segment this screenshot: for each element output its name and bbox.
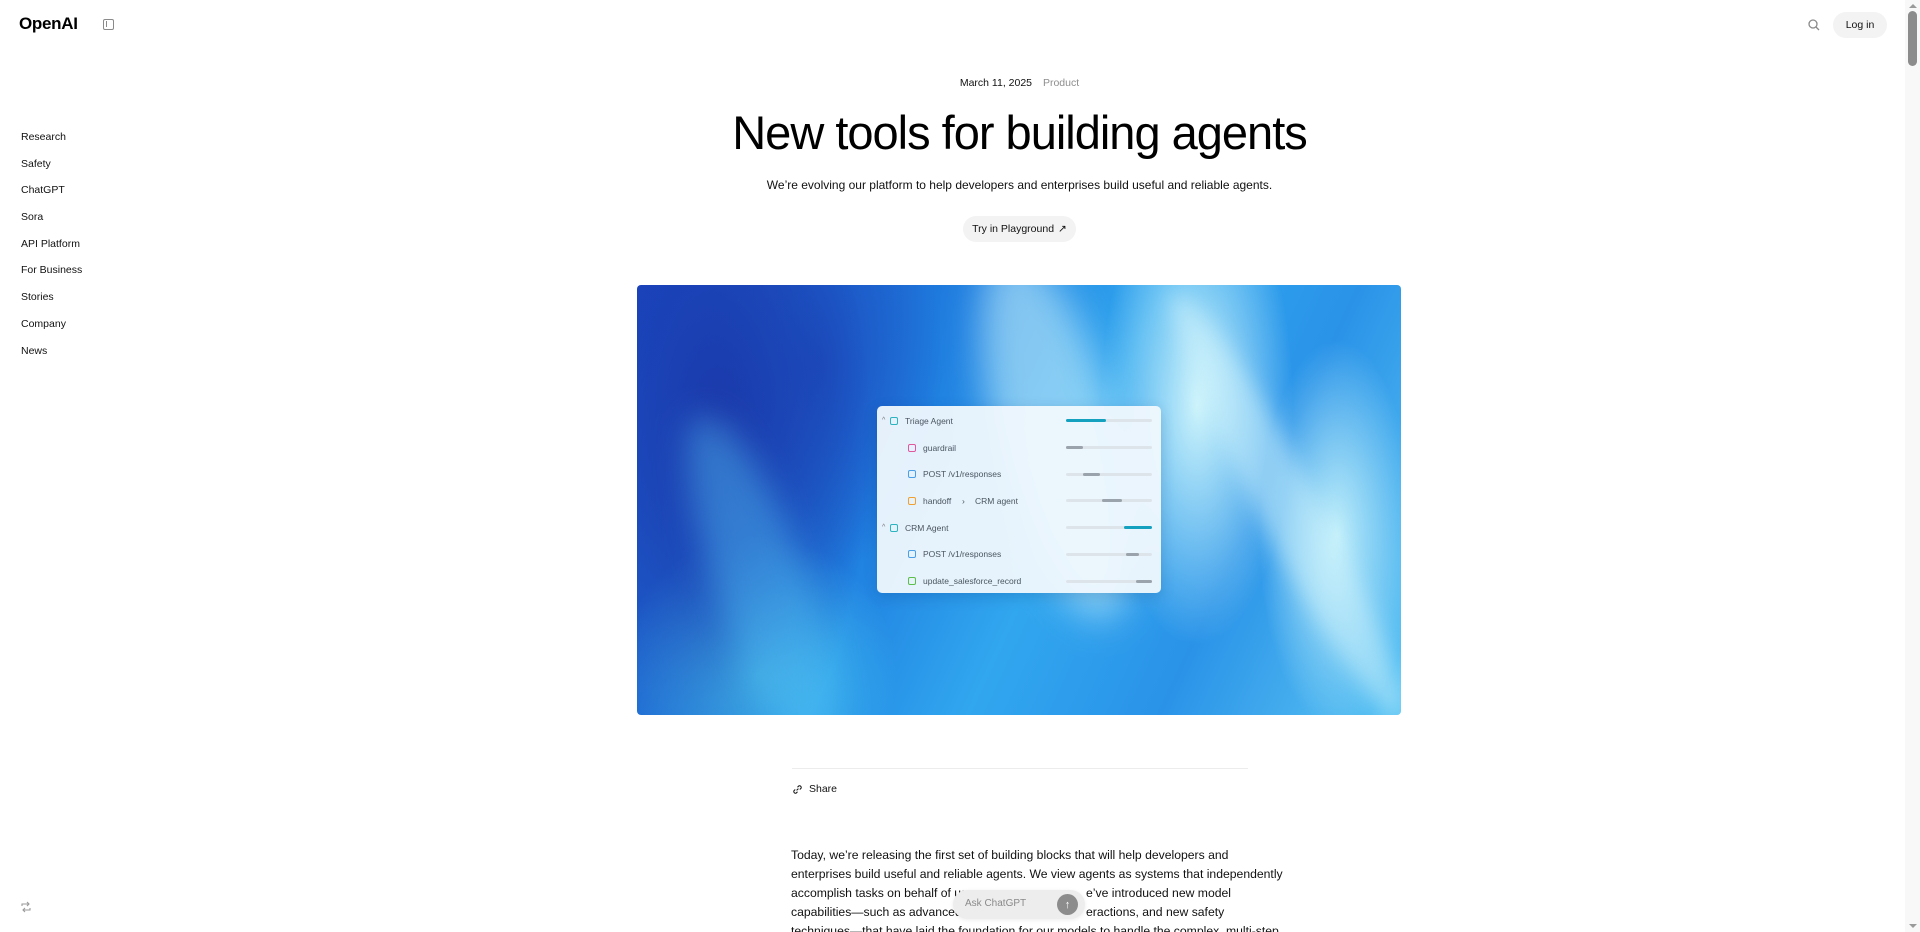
trace-row: ^ Triage Agent <box>877 408 1161 435</box>
trace-row: ^ CRM Agent <box>877 514 1161 541</box>
article-category[interactable]: Product <box>1043 77 1079 89</box>
sidebar-item-for-business[interactable]: For Business <box>21 263 82 290</box>
try-in-playground-button[interactable]: Try in Playground ↗ <box>963 216 1076 242</box>
link-icon <box>793 784 802 794</box>
hero-image: ^ Triage Agent guardrail POST /v1/responses… <box>637 285 1401 715</box>
timeline-bar <box>1066 446 1084 450</box>
sidebar-item-api-platform[interactable]: API Platform <box>21 237 82 264</box>
chevron-right-icon: › <box>962 495 965 506</box>
collapse-caret-icon[interactable]: ^ <box>882 524 885 531</box>
send-arrow-icon[interactable]: ↑ <box>1057 894 1078 915</box>
timeline-track <box>1066 419 1152 423</box>
page-scrollbar[interactable] <box>1905 0 1920 932</box>
trace-row: POST /v1/responses <box>877 461 1161 488</box>
timeline-bar <box>1124 526 1152 530</box>
agent-trace-panel: ^ Triage Agent guardrail POST /v1/responses… <box>877 406 1161 593</box>
scroll-down-icon[interactable] <box>1909 924 1917 928</box>
timeline-track <box>1066 499 1152 503</box>
page-subtitle: We’re evolving our platform to help deve… <box>766 178 1273 192</box>
refresh-icon[interactable] <box>20 900 32 913</box>
trace-label: handoff <box>923 495 952 506</box>
body-line: enterprises build useful and reliable ag… <box>791 867 1283 881</box>
trace-label: CRM Agent <box>905 522 949 533</box>
scroll-up-icon[interactable] <box>1909 4 1917 8</box>
share-label: Share <box>809 783 838 795</box>
guardrail-icon <box>908 443 916 452</box>
timeline-bar <box>1066 419 1107 423</box>
hero-swirl <box>1147 285 1401 715</box>
arrow-up-right-icon: ↗ <box>1058 223 1067 235</box>
trace-row: guardrail <box>877 434 1161 461</box>
timeline-bar <box>1102 499 1122 503</box>
article-body: Today, we’re releasing the first set of … <box>791 846 1283 932</box>
login-button[interactable]: Log in <box>1833 12 1887 38</box>
timeline-track <box>1066 552 1152 556</box>
divider <box>792 768 1248 769</box>
sidebar-item-news[interactable]: News <box>21 344 82 371</box>
trace-label: Triage Agent <box>905 415 953 426</box>
trace-label: update_salesforce_record <box>923 576 1022 587</box>
trace-row: POST /v1/responses <box>877 541 1161 568</box>
trace-target-label: CRM agent <box>975 495 1018 506</box>
page-title: New tools for building agents <box>732 106 1308 159</box>
timeline-bar <box>1126 552 1140 556</box>
trace-row: update_salesforce_record <box>877 568 1161 595</box>
timeline-bar <box>1135 579 1152 583</box>
timeline-track <box>1066 446 1152 450</box>
article-date: March 11, 2025 <box>959 77 1033 89</box>
search-icon <box>1808 19 1820 31</box>
timeline-track <box>1066 526 1152 530</box>
handoff-icon <box>908 496 916 505</box>
ask-chatgpt-placeholder: Ask ChatGPT <box>965 898 1027 909</box>
sidebar-nav: Research Safety ChatGPT Sora API Platfor… <box>21 130 82 370</box>
body-line: Today, we’re releasing the first set of … <box>791 848 1229 862</box>
trace-row: handoff › CRM agent <box>877 488 1161 515</box>
article-meta: March 11, 2025 Product <box>0 77 1920 89</box>
timeline-bar <box>1083 472 1101 476</box>
openai-logo[interactable]: OpenAI <box>19 14 78 34</box>
sidebar-item-company[interactable]: Company <box>21 317 82 344</box>
function-icon <box>908 577 916 586</box>
timeline-track <box>1066 579 1152 583</box>
sidebar-item-sora[interactable]: Sora <box>21 210 82 237</box>
sidebar-item-stories[interactable]: Stories <box>21 290 82 317</box>
cta-label: Try in Playground <box>972 223 1055 235</box>
share-button[interactable]: Share <box>792 783 837 795</box>
trace-label: guardrail <box>923 442 957 453</box>
scrollbar-thumb[interactable] <box>1908 11 1917 66</box>
collapse-caret-icon[interactable]: ^ <box>882 417 885 424</box>
search-button[interactable] <box>1806 17 1822 33</box>
timeline-track <box>1066 472 1152 476</box>
agent-icon <box>890 416 898 425</box>
sidebar-toggle-icon[interactable] <box>103 19 114 30</box>
hero-swirl <box>658 400 866 715</box>
response-icon <box>908 550 916 559</box>
agent-icon <box>890 523 898 532</box>
response-icon <box>908 470 916 479</box>
body-line: techniques—that have laid the foundation… <box>791 924 1279 932</box>
trace-label: POST /v1/responses <box>923 549 1002 560</box>
ask-chatgpt-input[interactable]: Ask ChatGPT ↑ <box>953 890 1085 919</box>
trace-label: POST /v1/responses <box>923 469 1002 480</box>
